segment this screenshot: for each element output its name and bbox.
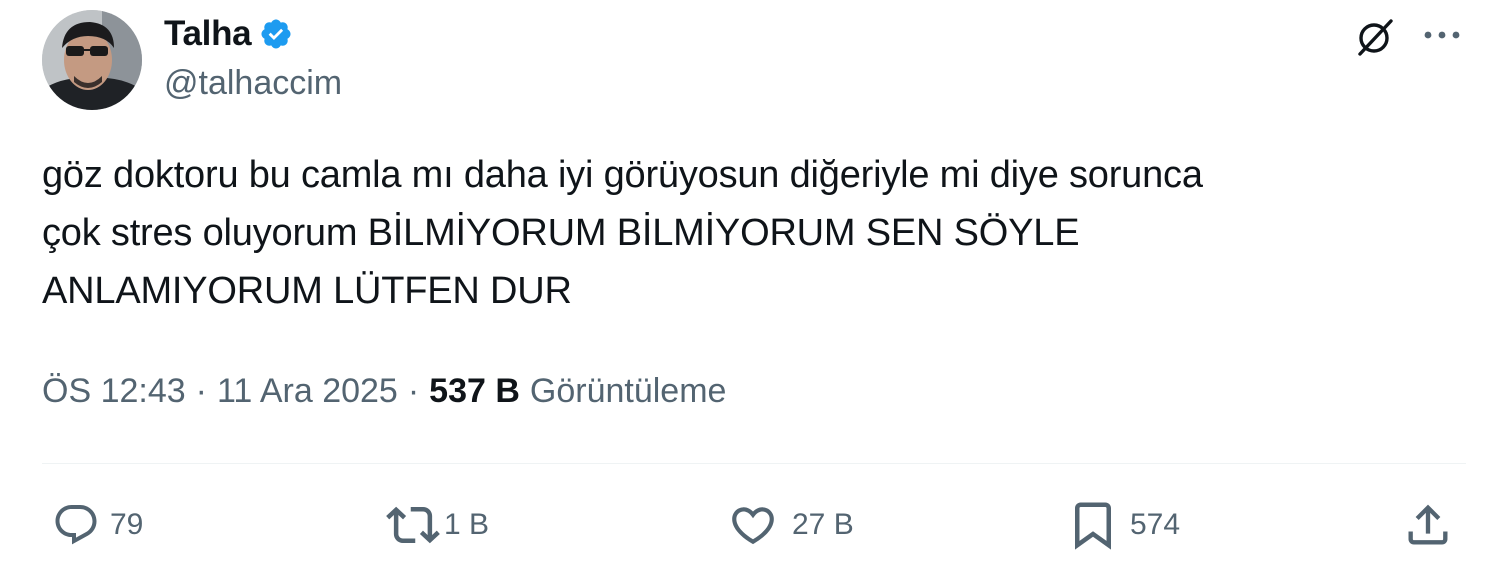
views-count[interactable]: 537 B (429, 372, 520, 411)
meta-separator: · (195, 372, 207, 410)
verified-badge-icon[interactable] (259, 16, 295, 52)
bookmark-count: 574 (1130, 508, 1181, 541)
reply-count: 79 (110, 508, 144, 541)
avatar[interactable] (42, 10, 142, 110)
reply-icon (55, 505, 97, 545)
tweet-card: Talha @talhaccim göz doktoru bu camla mı… (0, 0, 1510, 576)
tweet-text-line: ANLAMIYORUM LÜTFEN DUR (42, 270, 572, 312)
tweet-date[interactable]: 11 Ara 2025 (217, 372, 398, 411)
author-name-row[interactable]: Talha (164, 14, 295, 54)
heart-icon (732, 507, 774, 545)
grok-button[interactable] (1354, 16, 1398, 60)
display-name[interactable]: Talha (164, 14, 252, 54)
tweet-time[interactable]: ÖS 12:43 (42, 372, 186, 411)
tweet-text: göz doktoru bu camla mı daha iyi görüyos… (42, 146, 1462, 320)
bookmark-icon (1075, 502, 1111, 550)
divider (42, 463, 1466, 464)
like-count: 27 B (792, 508, 854, 541)
bookmark-button[interactable]: 574 (1070, 498, 1180, 552)
like-button[interactable]: 27 B (728, 498, 854, 552)
share-icon (1408, 504, 1448, 545)
retweet-icon (386, 506, 440, 544)
avatar-image (42, 10, 142, 110)
grok-icon (1358, 19, 1393, 56)
tweet-text-line: göz doktoru bu camla mı daha iyi görüyos… (42, 154, 1203, 196)
retweet-count: 1 B (444, 508, 490, 541)
author-handle[interactable]: @talhaccim (164, 64, 342, 103)
more-options-button[interactable] (1420, 20, 1464, 50)
tweet-text-line: çok stres oluyorum BİLMİYORUM BİLMİYORUM… (42, 212, 1080, 254)
meta-separator: · (407, 372, 420, 410)
retweet-button[interactable]: 1 B (386, 498, 489, 552)
tweet-meta: ÖS 12:43 · 11 Ara 2025 · 537 B Görüntüle… (42, 372, 726, 411)
more-icon (1424, 31, 1460, 39)
share-button[interactable] (1402, 498, 1454, 552)
views-label[interactable]: Görüntüleme (530, 372, 727, 411)
reply-button[interactable]: 79 (52, 498, 143, 552)
